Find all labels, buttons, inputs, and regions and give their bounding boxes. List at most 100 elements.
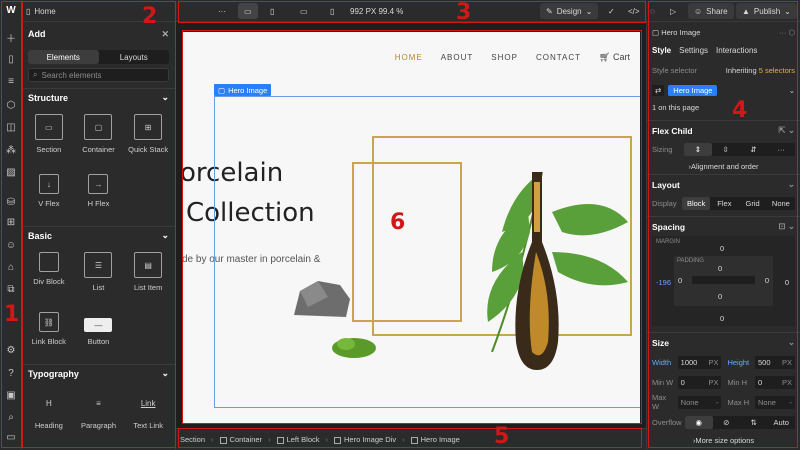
add-icon[interactable]: ＋ xyxy=(4,30,18,45)
element-button[interactable]: — Button xyxy=(74,306,124,362)
settings-gear-icon[interactable]: ⚙ xyxy=(4,343,18,357)
mobile-breakpoint-button[interactable]: ▯ xyxy=(330,3,334,19)
element-list-item[interactable]: ▤ List Item xyxy=(123,246,173,302)
nav-contact[interactable]: CONTACT xyxy=(536,53,581,62)
selector-input[interactable]: ⇄ Hero Image ⌄ xyxy=(647,80,800,100)
nav-shop[interactable]: SHOP xyxy=(491,53,518,62)
styles-icon[interactable]: ◫ xyxy=(4,120,18,134)
ecommerce-icon[interactable]: ⌂ xyxy=(4,260,18,274)
breadcrumb-container[interactable]: Container xyxy=(219,435,262,444)
tab-elements[interactable]: Elements xyxy=(28,50,99,64)
visible-eye-icon[interactable]: ◉ xyxy=(685,415,713,429)
close-icon[interactable]: ✕ xyxy=(161,29,169,40)
design-mode-dropdown[interactable]: ✎ Design ⌄ xyxy=(540,3,599,19)
collapse-icon[interactable]: ⇱ ⌄ xyxy=(778,125,795,136)
search-icon[interactable]: ⌕ xyxy=(4,410,18,424)
check-icon[interactable]: ✓ xyxy=(608,3,615,19)
nav-about[interactable]: ABOUT xyxy=(441,53,474,62)
apps-icon[interactable]: ⊞ xyxy=(4,215,18,229)
spacing-settings-icon[interactable]: ⊡ ⌄ xyxy=(778,221,795,232)
margin-left[interactable]: -196 xyxy=(656,278,671,287)
more-options-icon[interactable]: ··· ⬡ xyxy=(779,28,795,37)
video-icon[interactable]: ▭ xyxy=(4,430,18,444)
padding-left[interactable]: 0 xyxy=(678,276,682,285)
min-height-input[interactable]: 0 PX xyxy=(755,375,796,389)
tab-layouts[interactable]: Layouts xyxy=(99,50,170,64)
shrink-icon[interactable]: ⇕ xyxy=(684,142,712,156)
preview-play-icon[interactable]: ▷ xyxy=(670,3,676,19)
breadcrumb-hero-image[interactable]: Hero Image xyxy=(410,435,460,444)
tab-settings[interactable]: Settings xyxy=(679,46,708,55)
logic-icon[interactable]: ⧉ xyxy=(4,282,18,296)
section-flex-child[interactable]: Flex Child ⇱ ⌄ xyxy=(647,120,800,140)
alignment-and-order-toggle[interactable]: › Alignment and order xyxy=(647,158,800,174)
selector-tag[interactable]: Hero Image xyxy=(668,84,718,96)
element-list[interactable]: ☰ List xyxy=(74,246,124,302)
element-link-block[interactable]: ⛓ Link Block xyxy=(24,306,74,362)
desktop-breakpoint-button[interactable]: ▭ xyxy=(238,3,258,19)
webflow-logo-icon[interactable]: W xyxy=(3,3,19,17)
share-button[interactable]: ☺ Share xyxy=(688,3,734,19)
tablet-breakpoint-button[interactable]: ▯ xyxy=(270,3,274,19)
max-height-input[interactable]: None - xyxy=(755,395,796,409)
element-div-block[interactable]: Div Block xyxy=(24,246,74,302)
max-width-input[interactable]: None - xyxy=(677,395,722,409)
breadcrumb-hero-image-div[interactable]: Hero Image Div xyxy=(334,435,396,444)
overflow-auto[interactable]: Auto xyxy=(768,416,796,429)
margin-top[interactable]: 0 xyxy=(720,244,724,253)
section-size[interactable]: Size ⌄ xyxy=(647,332,800,352)
audit-icon[interactable]: ▣ xyxy=(4,388,18,402)
selectors-count-link[interactable]: 5 selectors xyxy=(759,66,795,75)
variables-icon[interactable]: ⁂ xyxy=(4,143,18,157)
more-button[interactable]: ··· xyxy=(218,3,226,19)
none-icon[interactable]: ⇵ xyxy=(740,143,768,156)
page-preview[interactable]: HOME ABOUT SHOP CONTACT 🛒︎ Cart orcelain… xyxy=(182,32,640,424)
tab-style[interactable]: Style xyxy=(652,46,671,55)
page-selector[interactable]: ▯ Home xyxy=(26,3,56,19)
more-size-options-toggle[interactable]: › More size options xyxy=(647,432,800,448)
grow-icon[interactable]: ⇳ xyxy=(712,143,740,156)
display-block[interactable]: Block xyxy=(682,196,711,210)
padding-right[interactable]: 0 xyxy=(765,276,769,285)
code-icon[interactable]: </> xyxy=(628,3,640,19)
element-h-flex[interactable]: → H Flex xyxy=(74,168,124,224)
section-typography[interactable]: Typography ⌄ xyxy=(22,364,175,382)
element-section[interactable]: ▭ Section xyxy=(24,108,74,164)
publish-button[interactable]: ▲ Publish ⌄ xyxy=(736,3,797,19)
margin-bottom[interactable]: 0 xyxy=(720,314,724,323)
padding-top[interactable]: 0 xyxy=(718,264,722,273)
element-v-flex[interactable]: ↓ V Flex xyxy=(24,168,74,224)
nav-home[interactable]: HOME xyxy=(395,53,423,62)
hidden-icon[interactable]: ⊘ xyxy=(713,416,741,429)
margin-right[interactable]: 0 xyxy=(785,278,789,287)
navigator-icon[interactable]: ≡ xyxy=(4,74,18,88)
scroll-icon[interactable]: ⇅ xyxy=(740,416,768,429)
selected-element-label[interactable]: ▢ Hero Image xyxy=(214,84,272,96)
element-quick-stack[interactable]: ⊞ Quick Stack xyxy=(123,108,173,164)
more-icon[interactable]: ··· xyxy=(767,143,795,156)
breadcrumb-section[interactable]: Section xyxy=(180,435,205,444)
min-width-input[interactable]: 0 PX xyxy=(677,375,722,389)
section-spacing[interactable]: Spacing ⊡ ⌄ xyxy=(647,216,800,236)
section-layout[interactable]: Layout ⌄ xyxy=(647,174,800,194)
cms-icon[interactable]: ⛁ xyxy=(4,195,18,209)
display-grid[interactable]: Grid xyxy=(739,197,767,210)
section-structure[interactable]: Structure ⌄ xyxy=(22,88,175,106)
cart-link[interactable]: 🛒︎ Cart xyxy=(599,52,630,63)
height-input[interactable]: 500 PX xyxy=(755,355,796,369)
element-container[interactable]: ▢ Container xyxy=(74,108,124,164)
display-toggle[interactable]: Block Flex Grid None xyxy=(682,196,795,210)
breadcrumb-left-block[interactable]: Left Block xyxy=(276,435,320,444)
site-navbar[interactable]: HOME ABOUT SHOP CONTACT 🛒︎ Cart xyxy=(395,52,630,63)
comments-icon[interactable]: ◌ xyxy=(650,3,655,19)
element-paragraph[interactable]: ≡ Paragraph xyxy=(74,384,124,440)
padding-bottom[interactable]: 0 xyxy=(718,292,722,301)
width-input[interactable]: 1000 PX xyxy=(677,355,722,369)
element-text-link[interactable]: Link Text Link xyxy=(123,384,173,440)
display-flex[interactable]: Flex xyxy=(710,197,738,210)
sizing-toggle[interactable]: ⇕ ⇳ ⇵ ··· xyxy=(684,142,795,156)
section-basic[interactable]: Basic ⌄ xyxy=(22,226,175,244)
element-heading[interactable]: H Heading xyxy=(24,384,74,440)
overflow-toggle[interactable]: ◉ ⊘ ⇅ Auto xyxy=(685,415,796,429)
assets-icon[interactable]: ▨ xyxy=(4,165,18,179)
